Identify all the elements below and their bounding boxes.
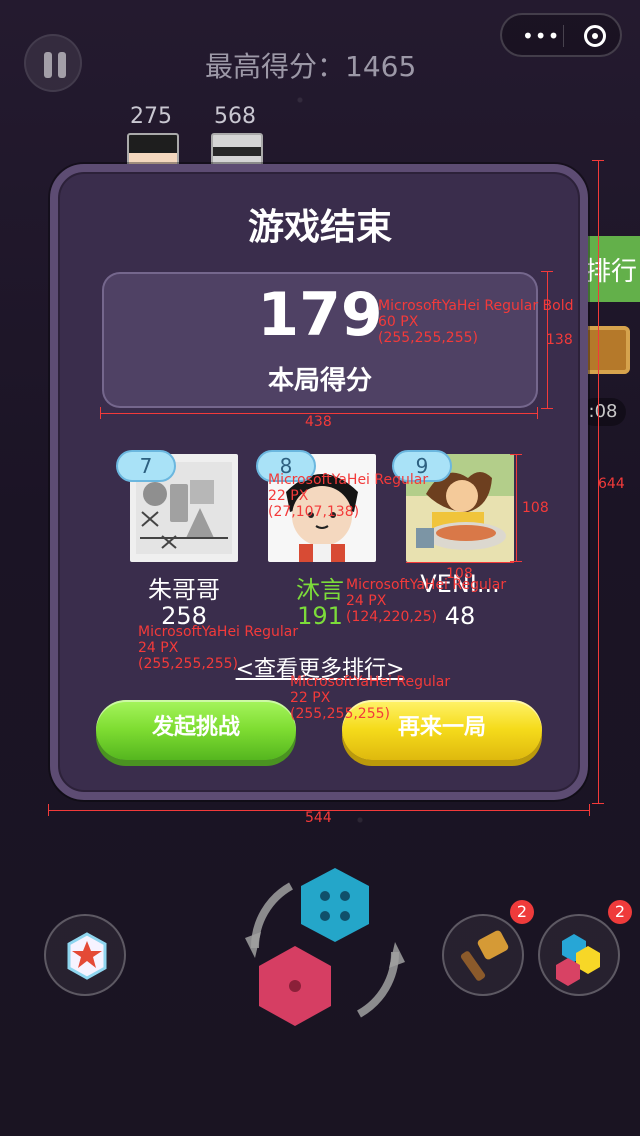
measure-modal-height-line	[598, 160, 599, 804]
annotation-modal-height: 644	[598, 476, 625, 492]
leaderboard-name-2: 沐言	[296, 576, 344, 604]
leaderboard-score-2: 191	[297, 602, 343, 630]
measure-modal-width-tick-left	[48, 804, 49, 816]
top-rank-275: 275	[130, 104, 172, 129]
star-powerup-button[interactable]	[44, 914, 126, 996]
leaderboard-score-3: 48	[444, 602, 476, 630]
more-dots-icon[interactable]: •••	[522, 24, 560, 48]
leaderboard-name-1: 朱哥哥	[148, 576, 220, 604]
modal-title: 游戏结束	[247, 207, 392, 248]
exit-circle-icon[interactable]	[584, 25, 606, 47]
measure-avatar-height-tick-top	[510, 454, 522, 455]
measure-panel-height-tick-bottom	[541, 408, 553, 409]
mini-program-capsule[interactable]: •••	[500, 13, 622, 57]
game-screen: { "top_bar": { "best_score": "最高得分：1465"…	[0, 0, 640, 1136]
score-label: 本局得分	[267, 366, 372, 396]
blocks-powerup-button[interactable]	[538, 914, 620, 996]
play-again-button-label: 再来一局	[397, 715, 486, 740]
leaderboard-score-1: 258	[161, 602, 207, 630]
hammer-icon	[460, 930, 509, 981]
measure-panel-width-tick-right	[537, 407, 538, 419]
final-score: 179	[257, 280, 383, 350]
block-cycle[interactable]	[237, 862, 413, 1038]
best-score: 最高得分：1465	[205, 50, 417, 83]
blocks-icon	[556, 934, 600, 986]
capsule-divider	[563, 25, 564, 47]
measure-panel-width-tick-left	[100, 407, 101, 419]
more-rankings-link[interactable]: <查看更多排行>	[0, 651, 640, 683]
hammer-powerup-button[interactable]	[442, 914, 524, 996]
measure-modal-width-tick-right	[589, 804, 590, 816]
star-icon	[67, 932, 107, 980]
measure-avatar-width-line	[406, 562, 514, 563]
leaderboard-rank-3: 9	[392, 450, 452, 482]
leaderboard-rank-2: 8	[256, 450, 316, 482]
measure-panel-height-tick-top	[541, 271, 553, 272]
challenge-button-label: 发起挑战	[151, 715, 240, 740]
annotation-modal-width: 544	[305, 810, 332, 826]
measure-modal-height-tick-bottom	[592, 803, 604, 804]
measure-avatar-height-line	[516, 454, 517, 562]
top-rank-568: 568	[214, 104, 256, 129]
measure-panel-width-line	[100, 413, 538, 414]
hammer-badge: 2	[510, 900, 534, 924]
pause-button[interactable]	[24, 34, 82, 92]
measure-modal-height-tick-top	[592, 160, 604, 161]
challenge-button[interactable]: 发起挑战	[96, 700, 296, 760]
play-again-button[interactable]: 再来一局	[342, 700, 542, 760]
leaderboard-rank-1: 7	[116, 450, 176, 482]
leaderboard-name-3: VENI...	[420, 570, 500, 598]
measure-panel-height-line	[547, 271, 548, 409]
measure-modal-width-line	[48, 810, 590, 811]
blocks-badge: 2	[608, 900, 632, 924]
